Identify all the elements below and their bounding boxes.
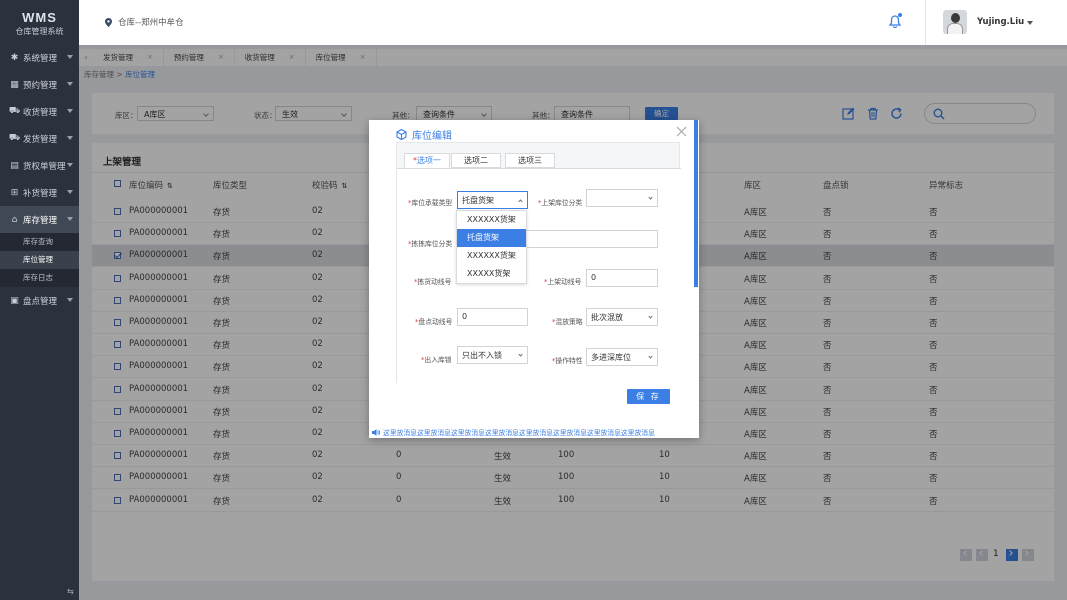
carrier-type-label: *库位承载类型	[408, 199, 453, 207]
form-area: *库位承载类型 托盘货架 *上架库位分类 *拣拣库位分类 *拣货动线号 *上架动…	[397, 168, 681, 383]
modal-scrollbar[interactable]	[694, 120, 698, 287]
cube-icon	[396, 129, 407, 140]
chevron-down-icon	[67, 190, 73, 194]
gear-icon: ✱	[10, 52, 19, 63]
carrier-type-select[interactable]: 托盘货架	[457, 191, 528, 209]
dropdown-option[interactable]: 托盘货架	[457, 229, 526, 247]
sidebar-item-6[interactable]: ⊞ 补货管理	[0, 179, 79, 206]
pick-category-label: *拣拣库位分类	[408, 240, 453, 248]
pick-line-label: *拣货动线号	[414, 278, 452, 286]
top-header: 仓库--郑州中牟仓 Yujing.Liu	[79, 0, 1067, 45]
sidebar-item-label: 补货管理	[23, 188, 58, 199]
op-feature-select[interactable]: 多进深库位	[586, 348, 658, 366]
chevron-down-icon	[67, 109, 73, 113]
message-text: 这里放消息这里放消息这里放消息这里放消息这里放消息这里放消息这里放消息这里放消息	[383, 429, 655, 437]
logo-title: WMS	[22, 10, 57, 25]
sidebar-item-7[interactable]: ⌂ 库存管理	[0, 206, 79, 233]
chevron-down-icon	[67, 82, 73, 86]
logo: WMS 仓库管理系统	[0, 0, 79, 44]
mix-strategy-select[interactable]: 批次混放	[586, 308, 658, 326]
carrier-type-dropdown: XXXXXX货架 托盘货架 XXXXXX货架 XXXXX货架	[456, 210, 527, 284]
sidebar-submenu: 库存查询 库位管理 库存日志	[0, 233, 79, 287]
sidebar-item-3[interactable]: ⛟ 收货管理	[0, 98, 79, 125]
notification-dot	[898, 13, 902, 17]
count-line-label: *盘点动线号	[415, 318, 453, 326]
modal-title: 库位编辑	[396, 127, 452, 142]
calendar-icon: ▦	[10, 79, 19, 90]
sidebar-subitem-2[interactable]: 库位管理	[0, 251, 79, 269]
sidebar-item-4[interactable]: ⛟ 发货管理	[0, 125, 79, 152]
chevron-down-icon	[67, 136, 73, 140]
sidebar-item-label: 盘点管理	[23, 296, 58, 307]
count-line-value: 0	[462, 312, 468, 321]
truck-send-icon: ⛟	[8, 133, 21, 143]
chevron-down-icon	[67, 217, 73, 221]
location-edit-modal: 库位编辑 *选项一 选项二 选项三 *库位承载类型 托盘货架 *上架库位分类 *…	[369, 120, 699, 438]
save-button[interactable]: 保 存	[627, 389, 670, 404]
dropdown-option[interactable]: XXXXX货架	[457, 265, 526, 283]
shelf-line-input[interactable]: 0	[586, 269, 658, 287]
tab-option-two[interactable]: 选项二	[451, 153, 501, 168]
sidebar-item-label: 库存管理	[23, 215, 58, 226]
collapse-icon[interactable]: ⇆	[67, 587, 75, 596]
sidebar-item-5[interactable]: ▤ 货权单管理	[0, 152, 79, 179]
dropdown-option[interactable]: XXXXXX货架	[457, 211, 526, 229]
truck-icon: ⛟	[8, 106, 21, 116]
notification-button[interactable]	[888, 13, 902, 31]
carrier-type-value: 托盘货架	[462, 196, 494, 205]
warehouse-icon: ⌂	[11, 214, 18, 225]
modal-title-text: 库位编辑	[412, 131, 452, 142]
op-feature-value: 多进深库位	[591, 353, 631, 362]
pick-category-input[interactable]	[526, 230, 658, 248]
avatar[interactable]	[943, 10, 967, 34]
io-lock-value: 只出不入锁	[462, 351, 502, 360]
close-button[interactable]	[676, 126, 687, 140]
dropdown-option[interactable]: XXXXXX货架	[457, 247, 526, 265]
modal-form-container: *选项一 选项二 选项三 *库位承载类型 托盘货架 *上架库位分类 *拣拣库位分…	[396, 142, 681, 383]
logo-subtitle: 仓库管理系统	[15, 27, 64, 36]
chevron-down-icon	[67, 163, 73, 167]
io-lock-select[interactable]: 只出不入锁	[457, 346, 528, 364]
mix-strategy-label: *混放策略	[552, 318, 583, 326]
tab-option-one[interactable]: *选项一	[404, 153, 450, 168]
sidebar-item-label: 系统管理	[23, 53, 58, 64]
sidebar-item-8[interactable]: ▣ 盘点管理	[0, 287, 79, 314]
clipboard-icon: ▣	[10, 295, 19, 306]
tab-option-three[interactable]: 选项三	[505, 153, 555, 168]
sidebar-item-2[interactable]: ▦ 预约管理	[0, 71, 79, 98]
user-name[interactable]: Yujing.Liu	[977, 17, 1024, 27]
sidebar-item-label: 预约管理	[23, 80, 58, 91]
shelf-category-label: *上架库位分类	[538, 199, 583, 207]
location-pin-icon	[105, 17, 112, 27]
chevron-down-icon	[67, 298, 73, 302]
sidebar-item-label: 发货管理	[23, 134, 58, 145]
location-selector[interactable]: 仓库--郑州中牟仓	[105, 16, 184, 28]
header-divider	[925, 0, 926, 45]
io-lock-label: *出入库锁	[421, 356, 452, 364]
mix-strategy-value: 批次混放	[591, 313, 623, 322]
speaker-icon	[372, 428, 380, 436]
user-menu-caret-icon[interactable]	[1027, 21, 1033, 25]
op-feature-label: *操作特性	[552, 357, 583, 365]
sidebar-subitem-1[interactable]: 库存查询	[0, 233, 79, 251]
close-icon	[676, 126, 687, 137]
sidebar: WMS 仓库管理系统 ✱ 系统管理 ▦ 预约管理 ⛟ 收货管理 ⛟ 发货管理 ▤ 货权单管理 ⊞ 补货…	[0, 0, 79, 600]
sidebar-item-1[interactable]: ✱ 系统管理	[0, 44, 79, 71]
plus-box-icon: ⊞	[10, 187, 19, 198]
shelf-line-label: *上架动线号	[544, 278, 582, 286]
chevron-down-icon	[67, 55, 73, 59]
sidebar-subitem-3[interactable]: 库存日志	[0, 269, 79, 287]
document-icon: ▤	[10, 160, 19, 171]
location-text: 仓库--郑州中牟仓	[118, 18, 184, 28]
message-bar: 这里放消息这里放消息这里放消息这里放消息这里放消息这里放消息这里放消息这里放消息	[372, 427, 655, 437]
shelf-category-select[interactable]	[586, 189, 658, 207]
sidebar-item-label: 货权单管理	[23, 161, 66, 172]
count-line-input[interactable]: 0	[457, 308, 528, 326]
sidebar-item-label: 收货管理	[23, 107, 58, 118]
shelf-line-value: 0	[591, 273, 597, 282]
